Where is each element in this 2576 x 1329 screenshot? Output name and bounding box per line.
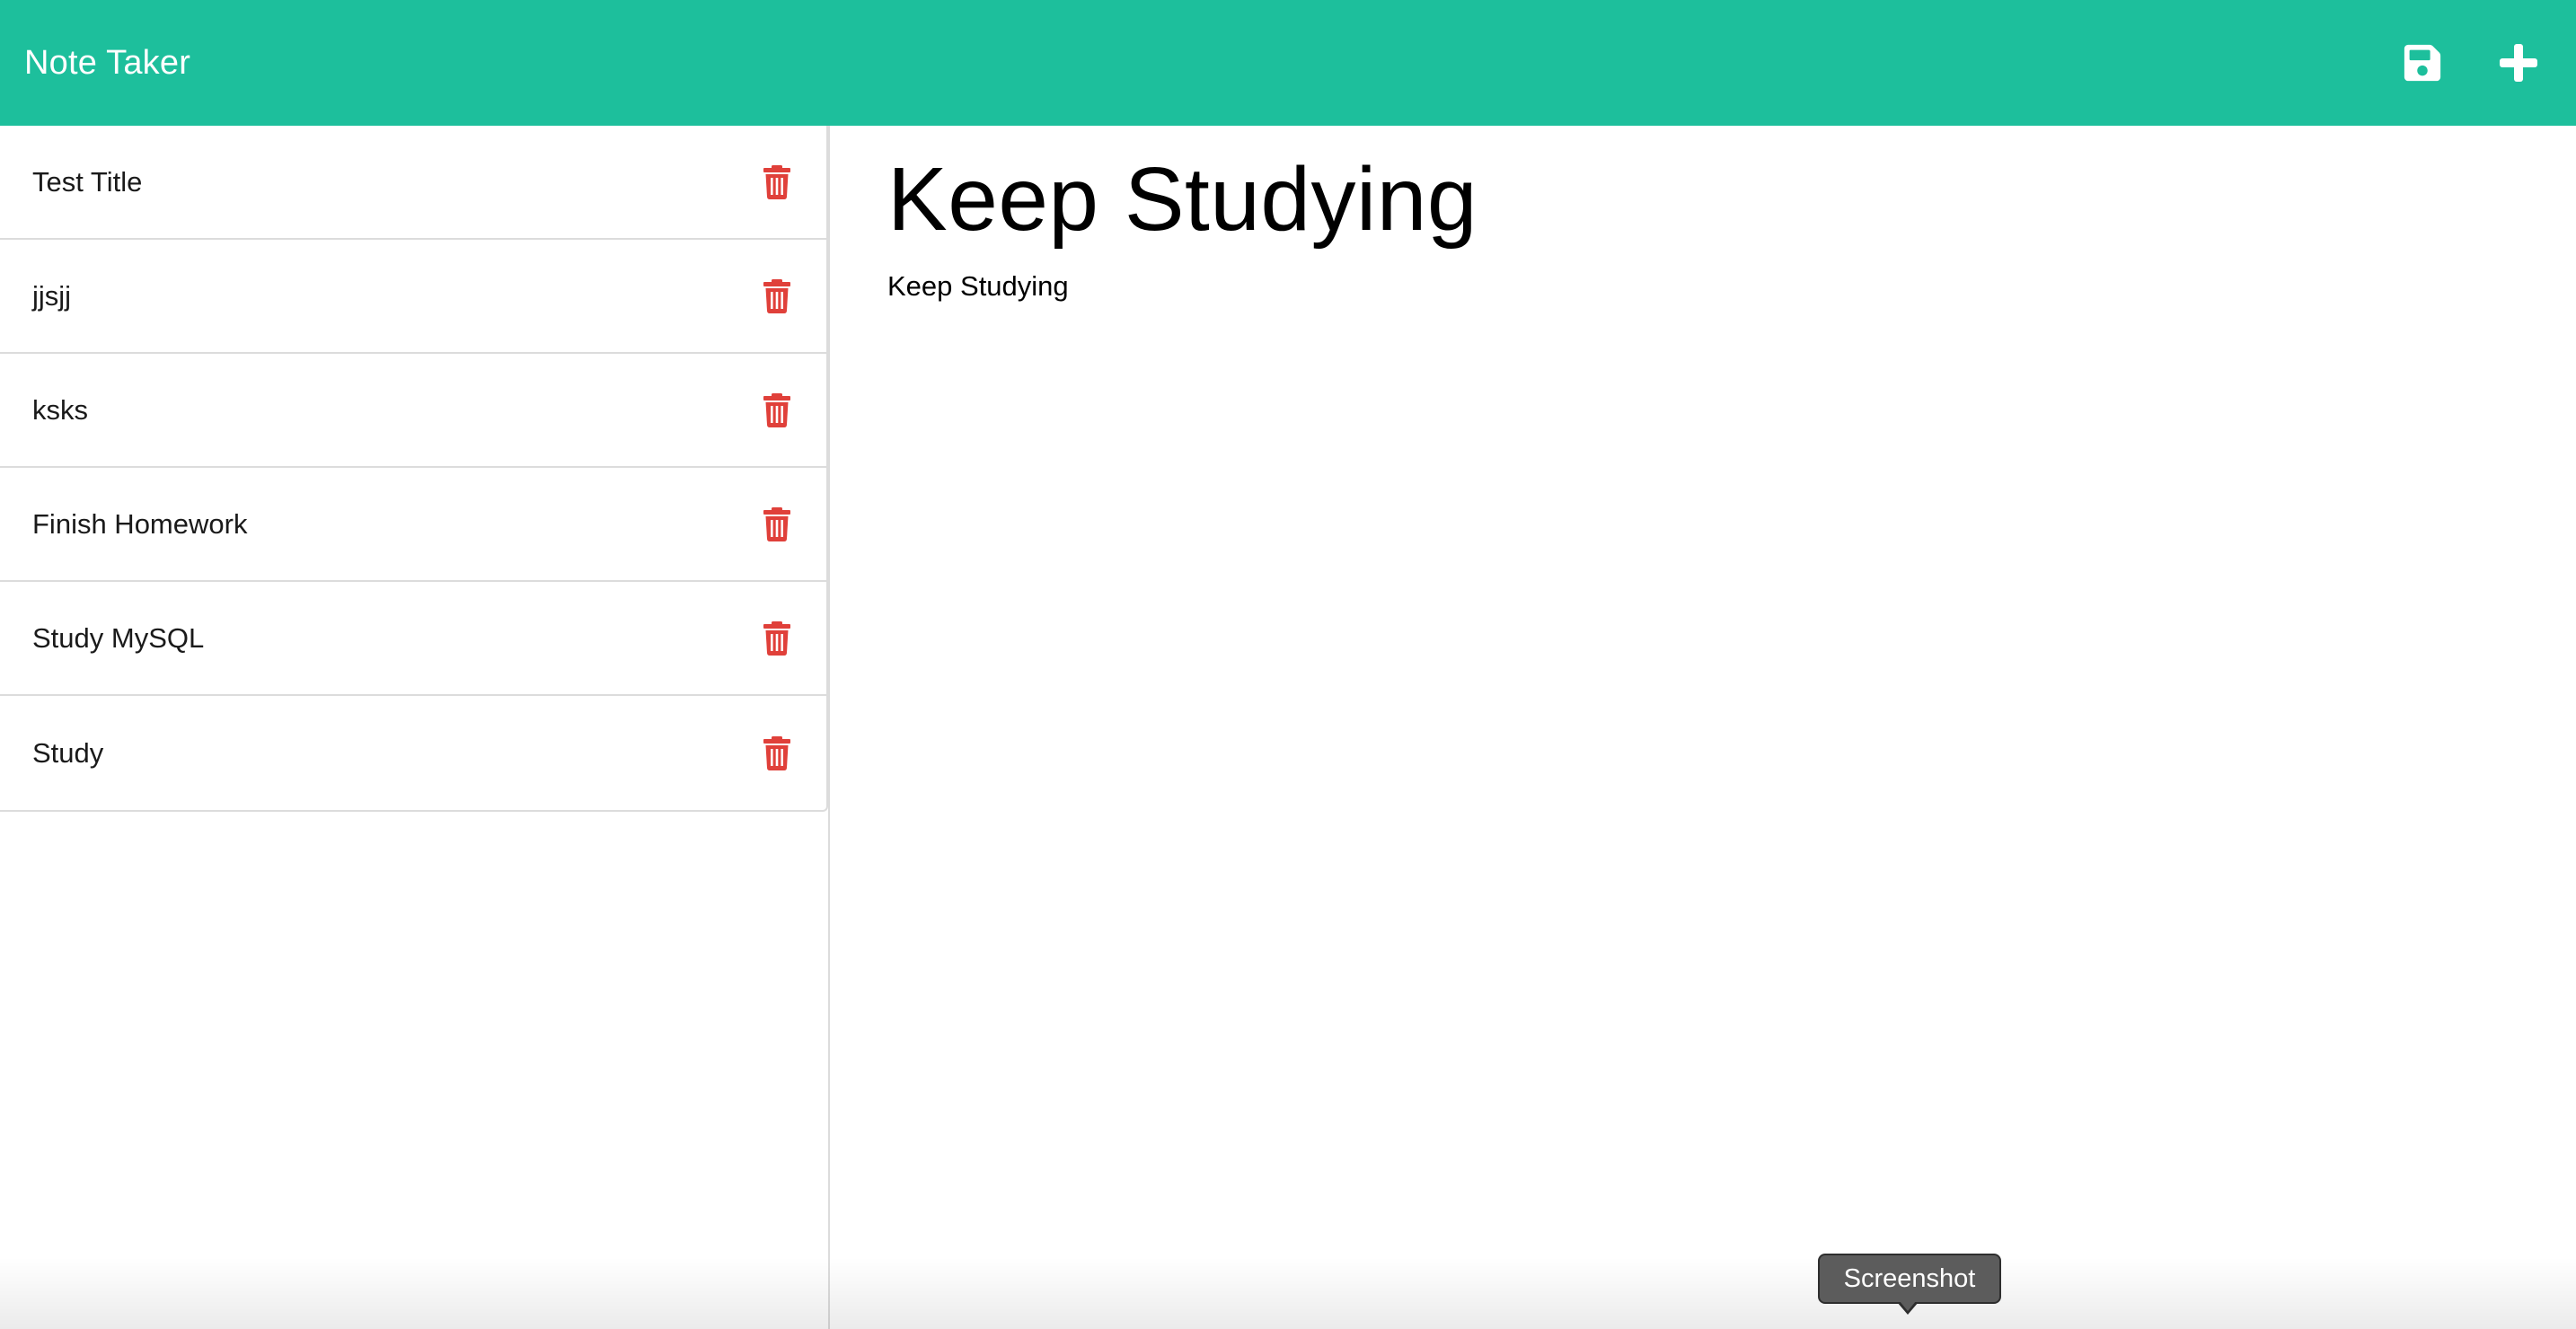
screenshot-tooltip: Screenshot (1818, 1254, 2001, 1304)
notes-sidebar: Test Title jjsjj ksks Finish Homework St… (0, 126, 830, 1329)
note-title: Finish Homework (32, 507, 248, 540)
note-text-area[interactable]: Keep Studying (887, 270, 2576, 303)
tooltip-arrow-fill (1900, 1301, 1916, 1311)
trash-icon (763, 506, 790, 541)
delete-note-button[interactable] (762, 735, 792, 771)
trash-icon (763, 735, 790, 770)
note-title: Test Title (32, 165, 143, 198)
note-title: jjsjj (32, 279, 72, 312)
note-title: Study MySQL (32, 621, 205, 654)
note-item-jjsjj[interactable]: jjsjj (0, 240, 826, 354)
delete-note-button[interactable] (762, 620, 792, 656)
note-title: Study (32, 736, 104, 769)
note-editor: Keep Studying Keep Studying (832, 126, 2576, 1329)
note-item-finish-homework[interactable]: Finish Homework (0, 468, 826, 582)
note-item-study[interactable]: Study (0, 696, 826, 810)
app-title[interactable]: Note Taker (24, 44, 190, 83)
trash-icon (763, 392, 790, 427)
note-item-ksks[interactable]: ksks (0, 354, 826, 468)
note-list: Test Title jjsjj ksks Finish Homework St… (0, 126, 828, 812)
new-note-button[interactable] (2490, 34, 2547, 92)
note-title: ksks (32, 393, 88, 426)
delete-note-button[interactable] (762, 278, 792, 314)
trash-icon (763, 278, 790, 313)
delete-note-button[interactable] (762, 164, 792, 200)
delete-note-button[interactable] (762, 392, 792, 428)
note-item-study-mysql[interactable]: Study MySQL (0, 582, 826, 696)
note-item-test-title[interactable]: Test Title (0, 126, 826, 240)
trash-icon (763, 164, 790, 199)
delete-note-button[interactable] (762, 506, 792, 542)
navbar-actions (2394, 0, 2551, 126)
plus-icon (2500, 44, 2537, 82)
save-icon (2404, 44, 2441, 82)
navbar: Note Taker (0, 0, 2576, 126)
trash-icon (763, 620, 790, 656)
save-note-button[interactable] (2394, 34, 2451, 92)
note-title-input[interactable]: Keep Studying (887, 126, 2576, 253)
